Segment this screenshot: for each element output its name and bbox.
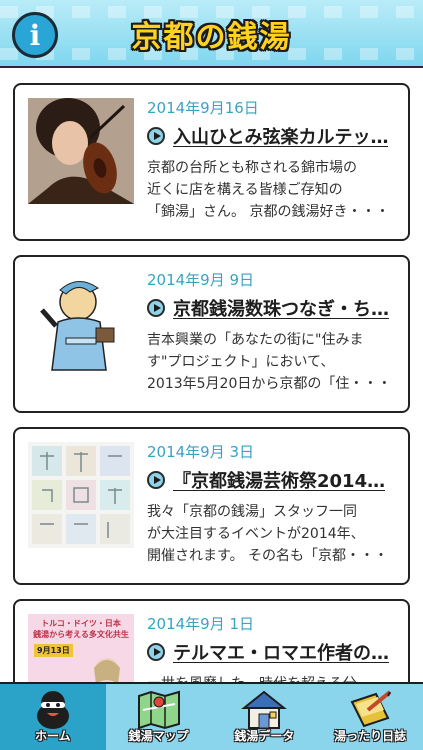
article-date: 2014年9月 9日	[147, 271, 255, 289]
excerpt-line: が大注目するイベントが2014年、	[147, 526, 365, 542]
play-icon	[147, 299, 165, 317]
excerpt-line: 吉本興業の「あなたの街に"住みま	[147, 332, 364, 348]
excerpt-line: 一世を風靡した、時代を超える分	[147, 673, 399, 682]
article-title: テルマエ・ロマエ作者の…	[173, 643, 389, 664]
article-title-link[interactable]: 『京都銭湯芸術祭2014…	[147, 467, 402, 493]
play-icon	[147, 127, 165, 145]
article-title: 『京都銭湯芸術祭2014…	[173, 471, 386, 492]
article-card[interactable]: 2014年9月 3日 『京都銭湯芸術祭2014… 我々「京都の銭湯」スタッフ一同…	[13, 427, 410, 585]
article-title-link[interactable]: 入山ひとみ弦楽カルテッ…	[147, 123, 402, 149]
art-festival-poster	[28, 442, 134, 548]
app-title: 京都の銭湯	[131, 20, 292, 55]
article-excerpt: 吉本興業の「あなたの街に"住みま す"プロジェクト」において、 2013年5月2…	[147, 329, 399, 395]
excerpt-line: 近くに店を構える皆様ご存知の	[147, 182, 343, 198]
map-icon	[137, 690, 180, 730]
article-title: 京都銭湯数珠つなぎ・ち…	[173, 299, 389, 320]
article-excerpt: 京都の台所とも称される錦市場の 近くに店を構える皆様ご存知の 「錦湯」さん。 京…	[147, 157, 399, 223]
article-date: 2014年9月16日	[147, 99, 259, 117]
article-title-link[interactable]: 京都銭湯数珠つなぎ・ち…	[147, 295, 402, 321]
bather-illustration	[28, 270, 134, 376]
tab-data[interactable]: 銭湯データ	[212, 684, 318, 750]
excerpt-line: 2013年5月20日から京都の「住・・・	[147, 376, 392, 392]
home-mascot-icon	[36, 691, 69, 729]
bathhouse-icon	[241, 690, 288, 729]
article-card[interactable]: 2014年9月16日 入山ひとみ弦楽カルテッ… 京都の台所とも称される錦市場の …	[13, 83, 410, 241]
flyer-date: 9月13日	[34, 644, 73, 657]
article-title: 入山ひとみ弦楽カルテッ…	[173, 127, 389, 148]
excerpt-line: 開催されます。 その名も「京都・・・	[147, 548, 389, 564]
article-list[interactable]: 2014年9月16日 入山ひとみ弦楽カルテッ… 京都の台所とも称される錦市場の …	[0, 70, 423, 682]
tab-home[interactable]: ホーム	[0, 684, 106, 750]
excerpt-line: す"プロジェクト」において、	[147, 354, 335, 370]
violinist-photo	[28, 98, 134, 204]
excerpt-line: 我々「京都の銭湯」スタッフ一同	[147, 504, 357, 520]
play-icon	[147, 471, 165, 489]
article-excerpt: 我々「京都の銭湯」スタッフ一同 が大注目するイベントが2014年、 開催されます…	[147, 501, 399, 567]
article-date: 2014年9月 1日	[147, 615, 255, 633]
article-card[interactable]: 2014年9月 9日 京都銭湯数珠つなぎ・ち… 吉本興業の「あなたの街に"住みま…	[13, 255, 410, 413]
flyer-heading-line: トルコ・ドイツ・日本	[41, 619, 121, 628]
excerpt-line: 「錦湯」さん。 京都の銭湯好き・・・	[147, 204, 390, 220]
flyer-heading-line: 銭湯から考える多文化共生	[33, 630, 129, 639]
article-title-link[interactable]: テルマエ・ロマエ作者の…	[147, 639, 402, 665]
excerpt-line: 京都の台所とも称される錦市場の	[147, 160, 357, 176]
tab-diary[interactable]: 湯ったり日誌	[317, 684, 423, 750]
tab-map[interactable]: 銭湯マップ	[106, 684, 212, 750]
article-card[interactable]: トルコ・ドイツ・日本 銭湯から考える多文化共生 9月13日 2014年9月 1日…	[13, 599, 410, 682]
tab-bar: ホーム 銭湯マップ 銭湯データ 湯ったり日誌	[0, 682, 423, 750]
play-icon	[147, 643, 165, 661]
event-flyer: トルコ・ドイツ・日本 銭湯から考える多文化共生 9月13日	[28, 614, 134, 682]
app-header: i 京都の銭湯	[0, 0, 423, 68]
notebook-icon	[350, 690, 392, 728]
article-date: 2014年9月 3日	[147, 443, 255, 461]
article-excerpt: 一世を風靡した、時代を超える分	[147, 673, 399, 682]
